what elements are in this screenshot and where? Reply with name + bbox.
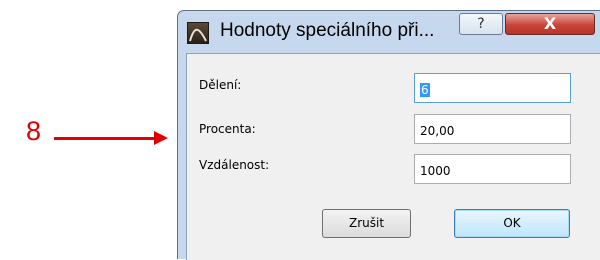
callout-number: 8: [26, 116, 42, 146]
percent-label: Procenta:: [199, 122, 256, 136]
division-label: Dělení:: [199, 78, 242, 92]
division-field[interactable]: 6: [414, 73, 571, 103]
app-icon: [187, 22, 209, 44]
callout-arrow-line: [54, 137, 158, 140]
dialog-window: Hodnoty speciálního při... ? X Dělení: 6…: [177, 10, 600, 260]
title-bar[interactable]: Hodnoty speciálního při... ? X: [178, 11, 600, 53]
cancel-button[interactable]: Zrušit: [322, 209, 411, 238]
close-button[interactable]: X: [505, 13, 595, 35]
percent-field[interactable]: 20,00: [414, 114, 571, 144]
callout-arrow-head: [154, 131, 168, 145]
dialog-content: Dělení: 6 Procenta: 20,00 Vzdálenost: 10…: [186, 53, 600, 260]
distance-field[interactable]: 1000: [414, 154, 571, 184]
ok-button[interactable]: OK: [454, 209, 570, 238]
window-title: Hodnoty speciálního při...: [220, 20, 435, 41]
division-value: 6: [420, 83, 430, 97]
help-button[interactable]: ?: [459, 13, 503, 35]
distance-label: Vzdálenost:: [199, 158, 270, 172]
